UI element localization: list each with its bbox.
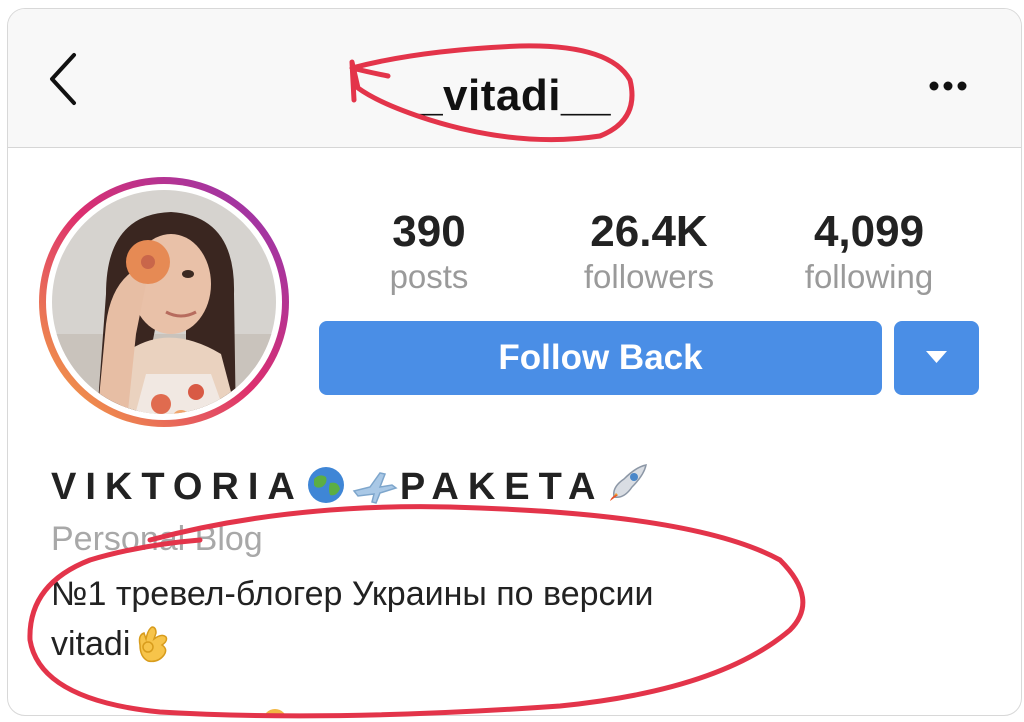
display-name-part1: VIKTORIA [51, 466, 304, 508]
bio-link-vitadi[interactable]: vitadi [51, 625, 130, 663]
profile-username: _vitadi__ [418, 71, 611, 120]
highlight-peek [263, 709, 287, 715]
followers-label: followers [583, 258, 715, 295]
suggestions-dropdown-button[interactable] [894, 321, 979, 395]
followers-value: 26.4K [590, 207, 708, 256]
following-label: following [804, 258, 934, 295]
top-navigation-bar: _vitadi__ [8, 9, 1021, 148]
posts-label: posts [389, 258, 469, 295]
followers-count[interactable]: 26.4K followers [549, 207, 749, 297]
posts-value: 390 [392, 207, 466, 256]
globe-icon [306, 465, 346, 518]
bio-line-1: №1 тревел-блогер Украины по версии [51, 575, 654, 613]
ok-hand-icon [134, 623, 170, 677]
profile-avatar[interactable] [36, 174, 292, 430]
profile-screen: _vitadi__ 390 posts 26.4K followers 4,09… [7, 8, 1022, 716]
avatar-photo [39, 177, 289, 427]
profile-category: Personal Blog [51, 520, 263, 558]
posts-count[interactable]: 390 posts [329, 207, 529, 297]
airplane-icon [350, 465, 398, 518]
more-options-icon [929, 81, 967, 91]
following-count[interactable]: 4,099 following [769, 207, 969, 297]
profile-bio: №1 тревел-блогер Украины по версии vitad… [51, 569, 811, 677]
display-name-part2: PAKETA [399, 466, 605, 508]
triangle-down-icon [926, 351, 947, 363]
following-value: 4,099 [813, 207, 925, 256]
more-options-button[interactable] [923, 71, 973, 101]
profile-display-name: VIKTORIA PAKETA [51, 461, 652, 518]
rocket-icon [606, 461, 650, 518]
follow-back-button[interactable]: Follow Back [319, 321, 882, 395]
